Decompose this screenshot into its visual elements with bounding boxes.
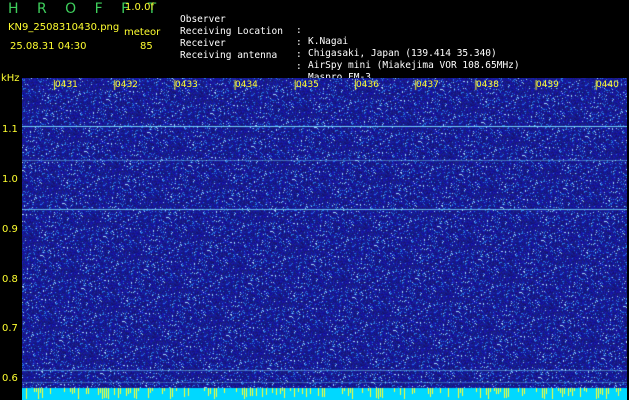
x-tick-0435: 0435 bbox=[296, 80, 319, 90]
x-tick-0437: 0437 bbox=[416, 80, 439, 90]
x-tick-0440: 0440 bbox=[596, 80, 619, 90]
observer-value: K.Nagai bbox=[308, 36, 349, 47]
y-tick-1.1: 1.1 bbox=[2, 124, 18, 135]
x-tick-0434: 0434 bbox=[235, 80, 258, 90]
mode-value: 85 bbox=[140, 41, 153, 52]
x-tick-0439: 0439 bbox=[536, 80, 559, 90]
antenna-sep: : bbox=[296, 61, 302, 72]
receiver-sep: : bbox=[296, 49, 302, 60]
antenna-row: Receiving antenna : Maspro FM-3 bbox=[180, 39, 371, 83]
datetime-label: 25.08.31 04:30 bbox=[10, 41, 87, 52]
version-label: 1.0.0f bbox=[125, 2, 154, 13]
y-tick-0.8: 0.8 bbox=[2, 274, 18, 285]
y-tick-0.6: 0.6 bbox=[2, 373, 18, 384]
x-tick-0431: 0431 bbox=[55, 80, 78, 90]
x-tick-0433: 0433 bbox=[175, 80, 198, 90]
antenna-label: Receiving antenna bbox=[180, 50, 278, 61]
y-tick-0.9: 0.9 bbox=[2, 224, 18, 235]
location-sep: : bbox=[296, 37, 302, 48]
x-tick-0432: 0432 bbox=[115, 80, 138, 90]
mode-label: meteor bbox=[124, 27, 161, 38]
y-tick-0.7: 0.7 bbox=[2, 323, 18, 334]
location-label: Receiving Location bbox=[180, 26, 283, 37]
frequency-unit-label: kHz bbox=[1, 73, 20, 84]
x-tick-0436: 0436 bbox=[356, 80, 379, 90]
receiver-value: AirSpy mini (Miakejima VOR 108.65MHz) bbox=[308, 60, 520, 71]
observer-sep: : bbox=[296, 25, 302, 36]
y-tick-1.0: 1.0 bbox=[2, 174, 18, 185]
spectrogram bbox=[22, 78, 627, 400]
location-value: Chigasaki, Japan (139.414 35.340) bbox=[308, 48, 497, 59]
x-tick-0438: 0438 bbox=[476, 80, 499, 90]
filename-label: KN9_2508310430.png bbox=[8, 22, 120, 33]
